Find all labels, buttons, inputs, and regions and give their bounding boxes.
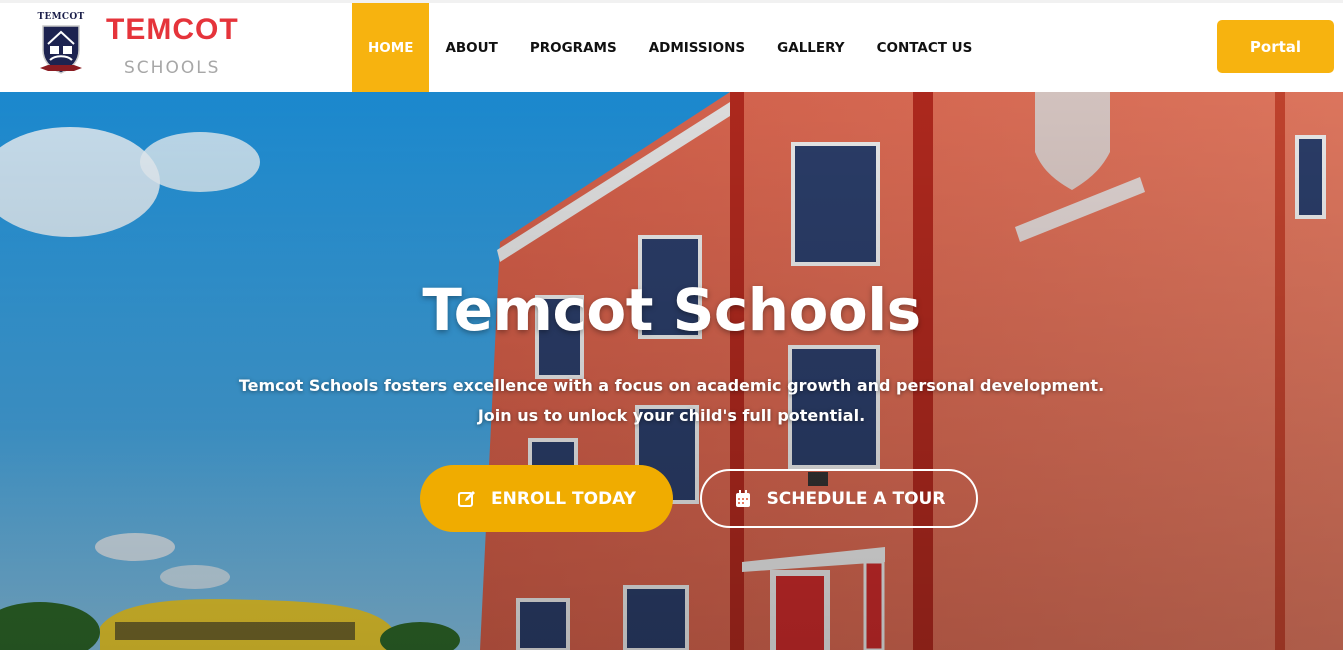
schedule-tour-label: SCHEDULE A TOUR — [766, 488, 946, 509]
hero-section: Temcot Schools Temcot Schools fosters ex… — [0, 92, 1343, 650]
schedule-tour-button[interactable]: SCHEDULE A TOUR — [700, 469, 978, 528]
nav-programs[interactable]: PROGRAMS — [514, 3, 633, 92]
brand-subtitle: SCHOOLS — [124, 58, 221, 78]
calendar-icon — [735, 489, 750, 507]
nav-about[interactable]: ABOUT — [429, 3, 513, 92]
hero-content: Temcot Schools Temcot Schools fosters ex… — [0, 92, 1343, 650]
hero-description-line-2: Join us to unlock your child's full pote… — [477, 406, 866, 425]
nav-admissions[interactable]: ADMISSIONS — [633, 3, 761, 92]
edit-icon — [458, 490, 476, 507]
portal-button[interactable]: Portal — [1217, 20, 1334, 73]
nav-contact-us[interactable]: CONTACT US — [861, 3, 989, 92]
nav-gallery[interactable]: GALLERY — [761, 3, 860, 92]
hero-description: Temcot Schools fosters excellence with a… — [0, 371, 1343, 431]
brand-name[interactable]: TEMCOT — [106, 13, 239, 47]
hero-description-line-1: Temcot Schools fosters excellence with a… — [238, 376, 1105, 395]
enroll-today-button[interactable]: ENROLL TODAY — [420, 465, 673, 532]
hero-title: Temcot Schools — [422, 276, 921, 344]
crest-shield-icon — [40, 25, 82, 74]
crest-text: TEMCOT — [37, 12, 85, 22]
site-header: TEMCOT TEMCOT SCHOOLS HOME ABOUT PROGRAM… — [0, 3, 1343, 92]
main-nav: HOME ABOUT PROGRAMS ADMISSIONS GALLERY C… — [352, 3, 988, 92]
enroll-today-label: ENROLL TODAY — [491, 488, 636, 509]
school-crest-logo[interactable]: TEMCOT — [34, 12, 88, 84]
nav-home[interactable]: HOME — [352, 3, 430, 92]
